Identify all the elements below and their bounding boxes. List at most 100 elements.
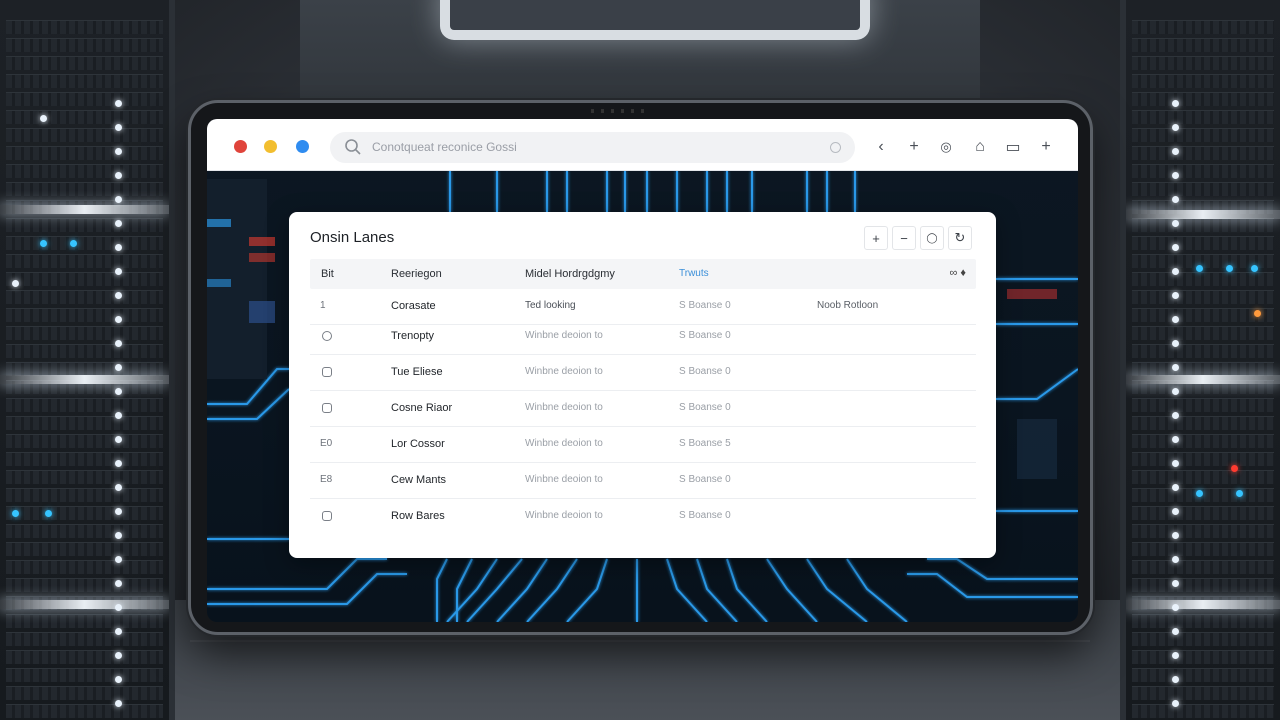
rack-unit [1132, 524, 1274, 538]
close-window-button[interactable] [234, 140, 247, 153]
status-led [115, 436, 122, 443]
table-row[interactable]: E0 Lor Cossor Winbne deoion to S Boanse … [310, 427, 976, 463]
row-description: Winbne deoion to [525, 366, 603, 377]
rack-unit [6, 470, 163, 484]
rack-unit [6, 344, 163, 358]
rack-unit [6, 434, 163, 448]
table-row[interactable]: Row Bares Winbne deoion to S Boanse 0 [310, 499, 976, 535]
rack-unit [1132, 506, 1274, 520]
add-row-button[interactable]: + [864, 226, 888, 250]
status-led [1172, 388, 1179, 395]
status-led [115, 196, 122, 203]
status-led [1172, 220, 1179, 227]
rack-unit [6, 650, 163, 664]
status-led [115, 148, 122, 155]
rack-light-strip [0, 600, 169, 609]
home-icon[interactable]: ⌂ [968, 135, 992, 159]
back-icon[interactable]: ‹ [869, 135, 893, 159]
row-name: Trenopty [391, 330, 435, 342]
status-led [115, 484, 122, 491]
rack-unit [1132, 182, 1274, 196]
rack-unit [6, 218, 163, 232]
panel-title: Onsin Lanes [310, 229, 395, 246]
settings-icon[interactable]: ◎ [934, 135, 958, 159]
rack-unit [6, 668, 163, 682]
status-led [1172, 172, 1179, 179]
rack-unit [6, 254, 163, 268]
bookmark-icon[interactable]: ▭ [1001, 135, 1025, 159]
status-led [115, 508, 122, 515]
rack-unit [1132, 92, 1274, 106]
rack-unit [1132, 668, 1274, 682]
rack-unit [6, 578, 163, 592]
status-led [1172, 364, 1179, 371]
status-led [12, 280, 19, 287]
rack-unit [6, 452, 163, 466]
status-led [1172, 316, 1179, 323]
status-led [1172, 532, 1179, 539]
table-panel: Onsin Lanes + − ◯ ↻ Bit Reeriegon Midel … [289, 212, 996, 558]
table-header: Bit Reeriegon Midel Hordrgdgmy Trwuts ∞ … [310, 259, 976, 289]
status-led [1231, 465, 1238, 472]
table-row[interactable]: Trenopty Winbne deoion to S Boanse 0 [310, 319, 976, 355]
row-description: Winbne deoion to [525, 474, 603, 485]
rack-unit [1132, 74, 1274, 88]
status-led [1236, 490, 1243, 497]
address-bar[interactable]: Conotqueat reconice Gossi [330, 132, 855, 163]
document-icon [322, 511, 332, 521]
row-id: E8 [320, 474, 333, 485]
status-led [115, 292, 122, 299]
rack-unit [1132, 344, 1274, 358]
rack-unit [1132, 218, 1274, 232]
rack-light-strip [1126, 600, 1280, 609]
header-options-icon[interactable]: ∞ ♦ [949, 267, 966, 279]
rack-unit [1132, 650, 1274, 664]
rack-unit [1132, 452, 1274, 466]
row-description: Winbne deoion to [525, 402, 603, 413]
table-row[interactable]: Cosne Riaor Winbne deoion to S Boanse 0 [310, 391, 976, 427]
status-led [115, 388, 122, 395]
minimize-window-button[interactable] [264, 140, 277, 153]
status-led [115, 340, 122, 347]
browser-toolbar: Conotqueat reconice Gossi ‹ + ◎ ⌂ ▭ + [207, 119, 1078, 171]
status-led [70, 240, 77, 247]
rack-unit [1132, 434, 1274, 448]
add-icon[interactable]: + [1034, 135, 1058, 159]
column-header[interactable]: Trwuts [679, 268, 709, 279]
status-led [1172, 124, 1179, 131]
row-id: E0 [320, 438, 333, 449]
table-row[interactable]: E8 Cew Mants Winbne deoion to S Boanse 0 [310, 463, 976, 499]
status-led [115, 580, 122, 587]
rack-unit [1132, 308, 1274, 322]
status-led [115, 124, 122, 131]
new-tab-icon[interactable]: + [902, 135, 926, 159]
status-led [1172, 484, 1179, 491]
rack-unit [1132, 416, 1274, 430]
row-name: Lor Cossor [391, 438, 445, 450]
rack-unit [1132, 560, 1274, 574]
row-name: Row Bares [391, 510, 445, 522]
document-icon [322, 403, 332, 413]
rack-unit [6, 308, 163, 322]
column-header[interactable]: Bit [321, 268, 334, 280]
status-led [1172, 292, 1179, 299]
column-header[interactable]: Reeriegon [391, 268, 442, 280]
rack-unit [6, 128, 163, 142]
remove-row-button[interactable]: − [892, 226, 916, 250]
search-button[interactable]: ◯ [920, 226, 944, 250]
column-header[interactable]: Midel Hordrgdgmy [525, 268, 615, 280]
floor-line [190, 640, 1090, 642]
refresh-button[interactable]: ↻ [948, 226, 972, 250]
file-icon [322, 367, 332, 377]
rack-light-strip [1126, 375, 1280, 384]
status-led [115, 700, 122, 707]
rack-unit [6, 506, 163, 520]
status-led [1172, 556, 1179, 563]
rack-unit [1132, 686, 1274, 700]
table-row[interactable]: Tue Eliese Winbne deoion to S Boanse 0 [310, 355, 976, 391]
reload-icon[interactable] [830, 142, 841, 153]
maximize-window-button[interactable] [296, 140, 309, 153]
rack-unit [1132, 704, 1274, 718]
status-led [1172, 100, 1179, 107]
rack-unit [6, 20, 163, 34]
